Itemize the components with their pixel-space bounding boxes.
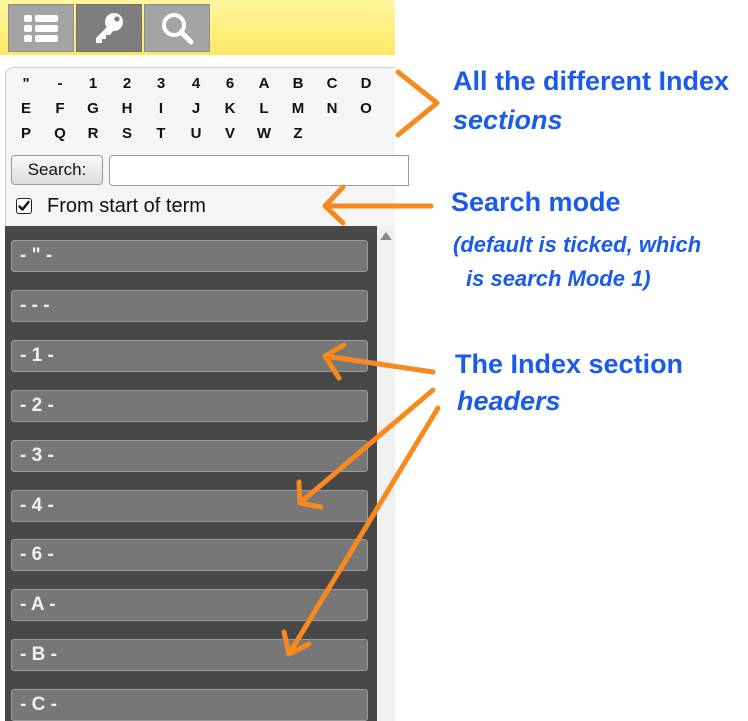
toolbar bbox=[0, 0, 395, 55]
list-scrollbar[interactable] bbox=[377, 226, 395, 721]
index-letter[interactable]: 3 bbox=[149, 75, 173, 93]
annotation-section-headers-2: headers bbox=[457, 386, 561, 416]
checkmark-icon bbox=[18, 200, 30, 211]
index-letter[interactable]: V bbox=[218, 125, 242, 143]
search-icon bbox=[162, 13, 194, 45]
annotation-index-sections-2: sections bbox=[453, 105, 563, 135]
index-letter[interactable]: K bbox=[218, 100, 242, 118]
index-letter[interactable]: I bbox=[149, 100, 173, 118]
index-letter[interactable]: D bbox=[354, 75, 378, 93]
section-header[interactable]: - 6 - bbox=[11, 539, 368, 571]
tab-index[interactable] bbox=[76, 4, 142, 52]
section-header[interactable]: - " - bbox=[11, 240, 368, 272]
annotation-section-headers: The Index section bbox=[455, 349, 684, 379]
index-letter[interactable]: S bbox=[115, 125, 139, 143]
index-letter[interactable]: - bbox=[48, 75, 72, 93]
index-letter[interactable]: F bbox=[48, 100, 72, 118]
from-start-label: From start of term bbox=[47, 194, 206, 217]
index-letter[interactable]: P bbox=[14, 125, 38, 143]
section-header[interactable]: - 1 - bbox=[11, 340, 368, 372]
from-start-option: From start of term bbox=[16, 195, 206, 217]
index-letter[interactable]: H bbox=[115, 100, 139, 118]
index-letter[interactable]: 1 bbox=[81, 75, 105, 93]
section-header[interactable]: - A - bbox=[11, 589, 368, 621]
index-letter[interactable]: C bbox=[320, 75, 344, 93]
index-letter[interactable]: L bbox=[252, 100, 276, 118]
section-header[interactable]: - 3 - bbox=[11, 440, 368, 472]
index-letter[interactable]: A bbox=[252, 75, 276, 93]
index-letter[interactable]: 4 bbox=[184, 75, 208, 93]
search-input[interactable] bbox=[109, 155, 409, 186]
bracket-arrow-index-letters bbox=[395, 69, 440, 138]
section-header[interactable]: - - - bbox=[11, 290, 368, 322]
search-button[interactable]: Search: bbox=[11, 155, 103, 185]
index-letter[interactable]: E bbox=[14, 100, 38, 118]
tab-search[interactable] bbox=[144, 4, 210, 52]
list-icon bbox=[24, 15, 58, 42]
index-letter[interactable]: J bbox=[184, 100, 208, 118]
index-letter[interactable]: Q bbox=[48, 125, 72, 143]
annotation-search-mode-note: (default is ticked, which bbox=[453, 232, 702, 257]
index-list: - " - - - - - 1 - - 2 - - 3 - - 4 - - 6 … bbox=[5, 226, 377, 721]
index-letter[interactable]: " bbox=[14, 75, 38, 93]
index-letter[interactable]: M bbox=[286, 100, 310, 118]
from-start-checkbox[interactable] bbox=[16, 198, 32, 214]
index-letter[interactable]: Z bbox=[286, 125, 310, 143]
index-letter[interactable]: N bbox=[320, 100, 344, 118]
annotation-search-mode: Search mode bbox=[451, 187, 621, 217]
index-letter[interactable]: G bbox=[81, 100, 105, 118]
index-letter[interactable]: 2 bbox=[115, 75, 139, 93]
key-icon bbox=[96, 13, 123, 43]
index-letter[interactable]: B bbox=[286, 75, 310, 93]
index-letter[interactable]: T bbox=[149, 125, 173, 143]
annotation-index-sections: All the different Index bbox=[453, 66, 730, 96]
index-letter[interactable]: U bbox=[184, 125, 208, 143]
scroll-up-arrow-icon[interactable] bbox=[380, 232, 392, 240]
section-header[interactable]: - 2 - bbox=[11, 390, 368, 422]
index-letter[interactable]: 6 bbox=[218, 75, 242, 93]
index-letter[interactable]: R bbox=[81, 125, 105, 143]
section-header[interactable]: - B - bbox=[11, 639, 368, 671]
section-header[interactable]: - 4 - bbox=[11, 490, 368, 522]
index-letter[interactable]: W bbox=[252, 125, 276, 143]
annotation-search-mode-note-2: is search Mode 1) bbox=[466, 266, 651, 291]
tab-contents[interactable] bbox=[8, 4, 74, 52]
section-header[interactable]: - C - bbox=[11, 689, 368, 721]
index-letter[interactable]: O bbox=[354, 100, 378, 118]
